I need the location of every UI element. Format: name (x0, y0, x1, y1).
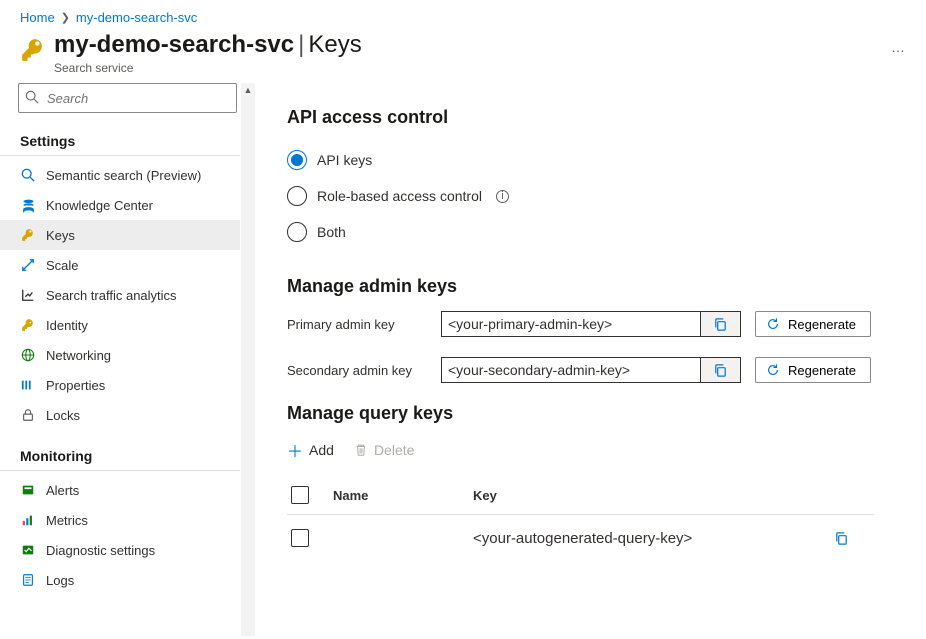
sidebar-item-alerts[interactable]: Alerts (0, 475, 240, 505)
logs-icon (20, 572, 36, 588)
info-icon[interactable]: i (496, 190, 509, 203)
admin-key-field: <your-primary-admin-key> (441, 311, 741, 337)
sidebar-item-label: Diagnostic settings (46, 543, 155, 558)
api-access-heading: API access control (287, 107, 904, 128)
sidebar-item-label: Locks (46, 408, 80, 423)
breadcrumb-resource[interactable]: my-demo-search-svc (76, 10, 197, 25)
row-checkbox[interactable] (291, 529, 309, 547)
properties-icon (20, 377, 36, 393)
query-key-row: <your-autogenerated-query-key> (287, 515, 874, 561)
sidebar-item-label: Identity (46, 318, 88, 333)
radio-option-both[interactable]: Both (287, 214, 904, 250)
sidebar-item-semantic-search-preview-[interactable]: Semantic search (Preview) (0, 160, 240, 190)
sidebar-item-locks[interactable]: Locks (0, 400, 240, 430)
sidebar-item-diagnostic-settings[interactable]: Diagnostic settings (0, 535, 240, 565)
key-icon (20, 227, 36, 243)
key-icon (20, 37, 46, 63)
search-icon (20, 167, 36, 183)
sidebar-item-logs[interactable]: Logs (0, 565, 240, 595)
chevron-right-icon: ❯ (61, 11, 70, 24)
sidebar-item-label: Knowledge Center (46, 198, 153, 213)
sidebar-scrollbar[interactable]: ▲ (241, 83, 255, 636)
regenerate-button[interactable]: Regenerate (755, 311, 871, 337)
column-name: Name (333, 488, 453, 503)
sidebar-item-label: Keys (46, 228, 75, 243)
radio-icon (287, 186, 307, 206)
admin-key-value[interactable]: <your-secondary-admin-key> (442, 358, 700, 382)
plus-icon: ＋ (287, 438, 303, 462)
identity-icon (20, 317, 36, 333)
more-button[interactable]: … (891, 39, 906, 55)
sidebar-item-label: Networking (46, 348, 111, 363)
sidebar-item-metrics[interactable]: Metrics (0, 505, 240, 535)
radio-icon (287, 150, 307, 170)
metrics-icon (20, 512, 36, 528)
sidebar-search-input[interactable] (18, 83, 237, 113)
sidebar-item-label: Metrics (46, 513, 88, 528)
query-keys-table-header: Name Key (287, 486, 874, 515)
sidebar-item-scale[interactable]: Scale (0, 250, 240, 280)
sidebar-item-keys[interactable]: Keys (0, 220, 240, 250)
sidebar-item-search-traffic-analytics[interactable]: Search traffic analytics (0, 280, 240, 310)
breadcrumb-home[interactable]: Home (20, 10, 55, 25)
refresh-icon (766, 363, 780, 377)
radio-option-role-based-access-control[interactable]: Role-based access control i (287, 178, 904, 214)
sidebar-group-header: Monitoring (0, 440, 240, 471)
knowledge-icon (20, 197, 36, 213)
sidebar-item-knowledge-center[interactable]: Knowledge Center (0, 190, 240, 220)
page-subtitle: Search service (54, 61, 873, 75)
copy-button[interactable] (700, 358, 740, 382)
admin-key-label: Primary admin key (287, 317, 427, 332)
query-key-value: <your-autogenerated-query-key> (473, 530, 814, 547)
select-all-checkbox[interactable] (291, 486, 309, 504)
trash-icon (354, 443, 368, 457)
sidebar: « SettingsSemantic search (Preview)Knowl… (0, 83, 255, 636)
admin-key-label: Secondary admin key (287, 363, 427, 378)
chart-icon (20, 287, 36, 303)
sidebar-item-label: Search traffic analytics (46, 288, 177, 303)
delete-query-key-button[interactable]: Delete (354, 442, 414, 458)
breadcrumb: Home ❯ my-demo-search-svc (0, 0, 926, 31)
sidebar-item-label: Alerts (46, 483, 79, 498)
radio-option-api-keys[interactable]: API keys (287, 142, 904, 178)
radio-label: Role-based access control (317, 188, 482, 204)
main-content: API access control API keys Role-based ac… (255, 83, 926, 636)
sidebar-item-label: Scale (46, 258, 79, 273)
admin-keys-heading: Manage admin keys (287, 276, 904, 297)
query-keys-heading: Manage query keys (287, 403, 904, 424)
regenerate-button[interactable]: Regenerate (755, 357, 871, 383)
admin-key-row: Secondary admin key <your-secondary-admin… (287, 357, 904, 383)
radio-label: Both (317, 224, 346, 240)
sidebar-item-properties[interactable]: Properties (0, 370, 240, 400)
radio-icon (287, 222, 307, 242)
sidebar-item-label: Logs (46, 573, 74, 588)
radio-label: API keys (317, 152, 372, 168)
admin-key-field: <your-secondary-admin-key> (441, 357, 741, 383)
alerts-icon (20, 482, 36, 498)
diagnostic-icon (20, 542, 36, 558)
add-query-key-button[interactable]: ＋ Add (287, 438, 334, 462)
scale-icon (20, 257, 36, 273)
refresh-icon (766, 317, 780, 331)
copy-button[interactable] (700, 312, 740, 336)
lock-icon (20, 407, 36, 423)
page-title: my-demo-search-svc|Keys (54, 31, 873, 59)
sidebar-item-identity[interactable]: Identity (0, 310, 240, 340)
search-icon (25, 90, 39, 104)
copy-button[interactable] (834, 531, 874, 546)
column-key: Key (473, 488, 814, 503)
scroll-up-icon[interactable]: ▲ (241, 83, 255, 97)
admin-key-row: Primary admin key <your-primary-admin-key… (287, 311, 904, 337)
sidebar-group-header: Settings (0, 125, 240, 156)
globe-icon (20, 347, 36, 363)
sidebar-item-networking[interactable]: Networking (0, 340, 240, 370)
sidebar-item-label: Properties (46, 378, 105, 393)
page-header: my-demo-search-svc|Keys Search service … (0, 31, 926, 83)
sidebar-item-label: Semantic search (Preview) (46, 168, 201, 183)
admin-key-value[interactable]: <your-primary-admin-key> (442, 312, 700, 336)
